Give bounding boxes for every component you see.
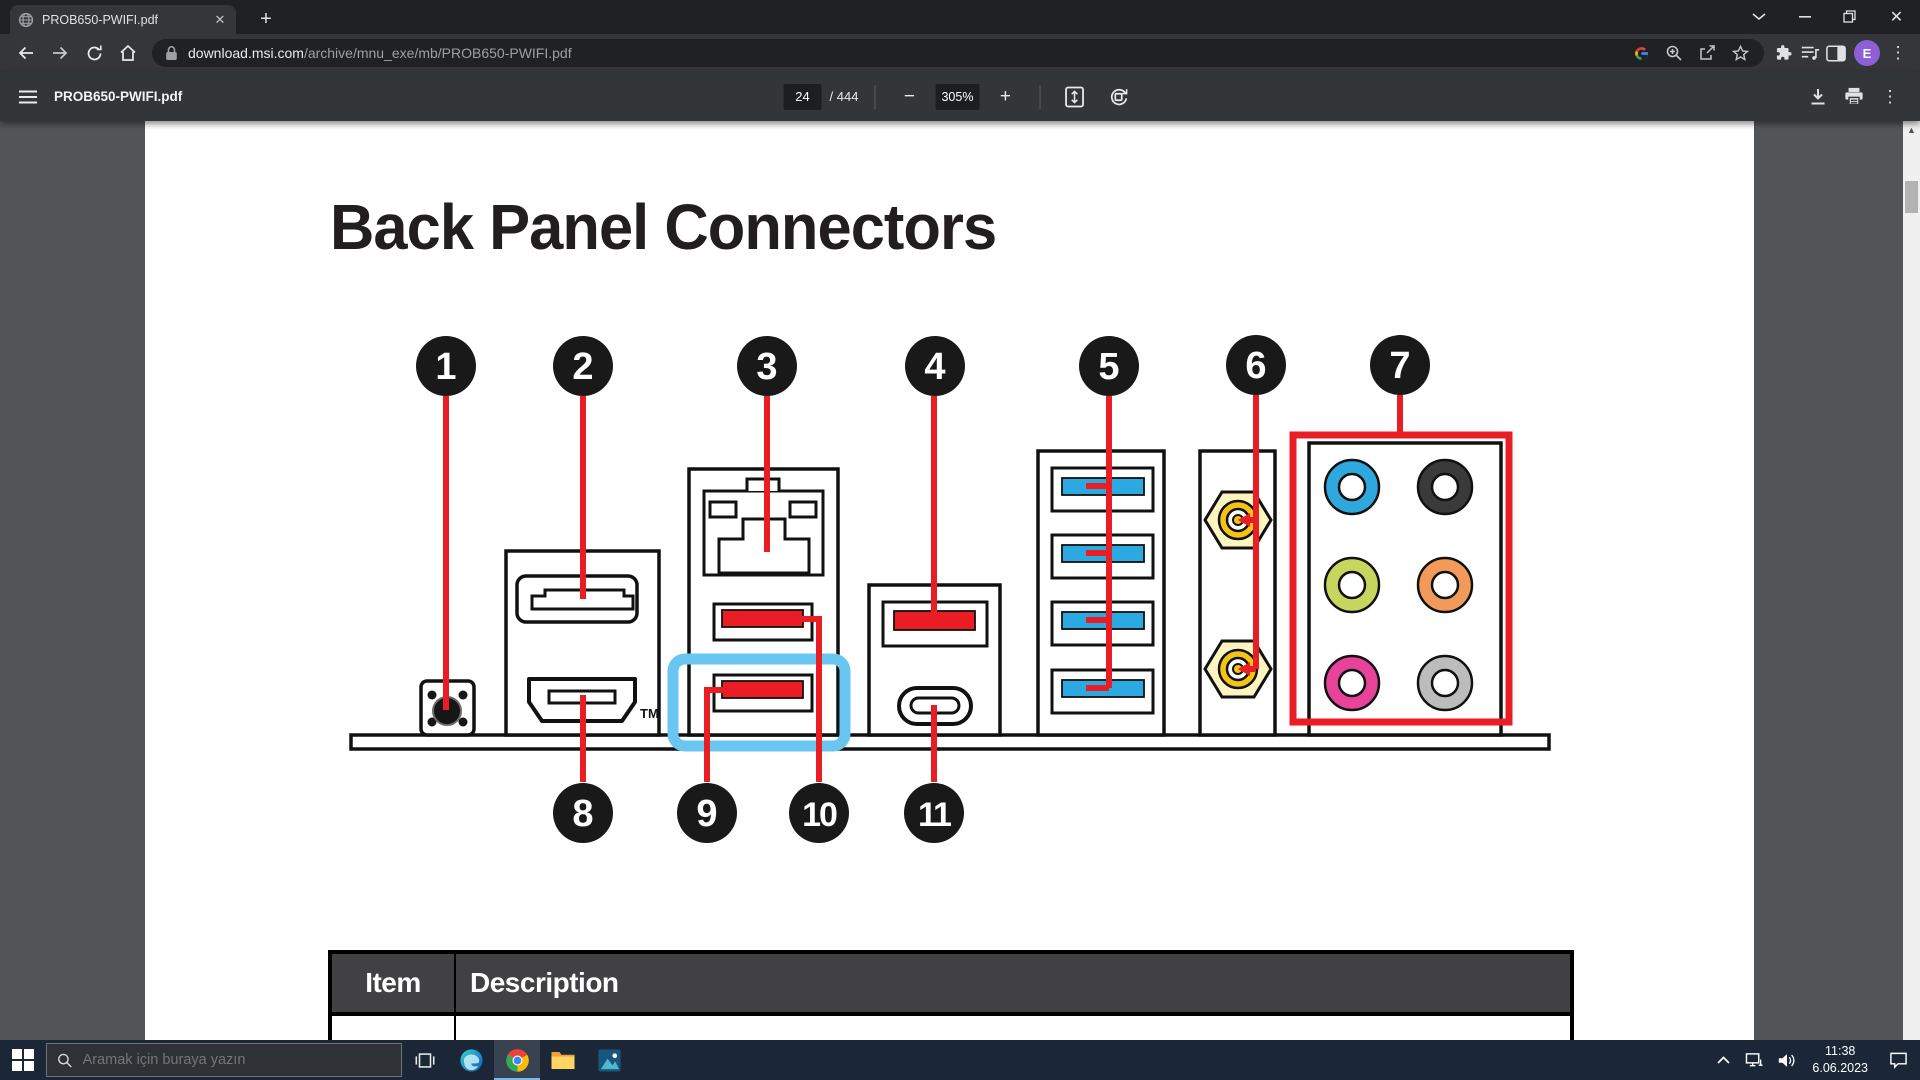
home-button[interactable]	[112, 37, 144, 69]
zoom-in-button[interactable]: +	[987, 79, 1023, 115]
url-path: /archive/mnu_exe/mb/PROB650-PWIFI.pdf	[304, 45, 572, 61]
rotate-button[interactable]	[1100, 79, 1136, 115]
tab-prob650-pdf[interactable]: PROB650-PWIFI.pdf ✕	[10, 5, 236, 34]
scroll-up-arrow-icon[interactable]: ▲	[1903, 125, 1920, 135]
volume-icon[interactable]	[1770, 1040, 1804, 1080]
back-button[interactable]	[10, 37, 42, 69]
url-host: download.msi.com	[188, 45, 304, 61]
address-bar[interactable]: download.msi.com/archive/mnu_exe/mb/PROB…	[152, 39, 1764, 67]
system-tray: 11:38 6.06.2023	[1708, 1040, 1920, 1080]
tray-date: 6.06.2023	[1812, 1060, 1868, 1077]
side-panel-icon[interactable]	[1824, 41, 1848, 65]
description-table: Item Description	[328, 950, 1574, 1042]
search-icon	[57, 1052, 73, 1069]
windows-logo-icon	[12, 1049, 34, 1071]
window-minimize-button[interactable]	[1782, 0, 1827, 33]
pdf-menu-hamburger-icon[interactable]	[10, 79, 46, 115]
divider	[874, 85, 875, 109]
print-icon[interactable]	[1836, 79, 1872, 115]
bookmark-star-icon[interactable]	[1728, 41, 1752, 65]
google-logo-icon[interactable]	[1629, 41, 1653, 65]
url-text[interactable]: download.msi.com/archive/mnu_exe/mb/PROB…	[188, 45, 1620, 61]
photos-taskbar-icon[interactable]	[586, 1040, 632, 1080]
globe-favicon-icon	[18, 12, 34, 28]
tray-time: 11:38	[1812, 1043, 1868, 1060]
taskbar-clock[interactable]: 11:38 6.06.2023	[1804, 1043, 1876, 1077]
start-button[interactable]	[0, 1040, 46, 1080]
tab-strip: PROB650-PWIFI.pdf ✕ + ✕	[0, 0, 1920, 34]
task-view-button[interactable]	[402, 1040, 448, 1080]
zoom-out-button[interactable]: −	[891, 79, 927, 115]
divider	[1039, 85, 1040, 109]
taskbar: 11:38 6.06.2023	[0, 1040, 1920, 1080]
media-queue-icon[interactable]	[1798, 41, 1822, 65]
profile-avatar[interactable]: E	[1854, 40, 1880, 66]
taskbar-search-box[interactable]	[46, 1043, 402, 1077]
search-input[interactable]	[81, 1051, 391, 1069]
pdf-page-controls: 24 / 444 − 305% +	[784, 79, 1137, 115]
vertical-scrollbar[interactable]: ▲	[1903, 121, 1920, 1040]
download-icon[interactable]	[1800, 79, 1836, 115]
lock-icon	[164, 45, 179, 62]
window-close-button[interactable]: ✕	[1874, 0, 1919, 33]
tab-search-chevron-icon[interactable]	[1736, 0, 1781, 33]
tab-title: PROB650-PWIFI.pdf	[42, 13, 204, 27]
extensions-puzzle-icon[interactable]	[1772, 41, 1796, 65]
forward-button[interactable]	[44, 37, 76, 69]
page-number-input[interactable]: 24	[784, 84, 822, 110]
file-explorer-taskbar-icon[interactable]	[540, 1040, 586, 1080]
address-toolbar: download.msi.com/archive/mnu_exe/mb/PROB…	[0, 34, 1920, 72]
action-center-icon[interactable]	[1876, 1040, 1920, 1080]
tray-chevron-icon[interactable]	[1708, 1040, 1738, 1080]
page-total-label: / 444	[830, 89, 859, 104]
pdf-page	[145, 121, 1754, 1080]
table-row	[328, 1016, 1574, 1042]
edge-taskbar-icon[interactable]	[448, 1040, 494, 1080]
chrome-taskbar-icon[interactable]	[494, 1040, 540, 1080]
reload-button[interactable]	[78, 37, 110, 69]
pdf-toolbar: PROB650-PWIFI.pdf 24 / 444 − 305% +	[0, 72, 1920, 121]
page-title: Back Panel Connectors	[330, 190, 996, 264]
tab-close-icon[interactable]: ✕	[212, 12, 228, 28]
network-icon[interactable]	[1738, 1040, 1770, 1080]
share-icon[interactable]	[1695, 41, 1719, 65]
table-header-row: Item Description	[328, 950, 1574, 1016]
fit-to-page-button[interactable]	[1056, 79, 1092, 115]
zoom-in-page-icon[interactable]	[1662, 41, 1686, 65]
browser-menu-kebab-icon[interactable]: ⋮	[1886, 41, 1910, 65]
scrollbar-thumb[interactable]	[1905, 181, 1918, 213]
pdf-doc-title: PROB650-PWIFI.pdf	[54, 89, 182, 104]
screen: PROB650-PWIFI.pdf ✕ + ✕	[0, 0, 1920, 1080]
zoom-level-value[interactable]: 305%	[935, 84, 979, 110]
pdf-menu-kebab-icon[interactable]: ⋮	[1872, 79, 1908, 115]
window-restore-button[interactable]	[1827, 0, 1872, 33]
new-tab-button[interactable]: +	[252, 6, 280, 34]
table-header-item: Item	[332, 954, 456, 1012]
table-header-description: Description	[456, 967, 1570, 999]
